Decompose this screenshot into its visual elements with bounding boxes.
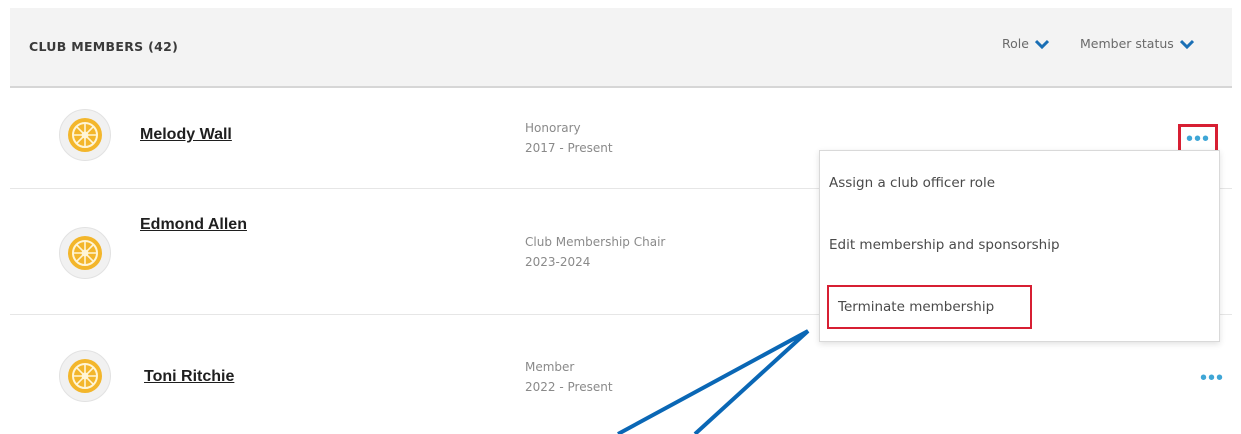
assign-officer-role-menu-item[interactable]: Assign a club officer role: [829, 175, 995, 191]
member-term: 2023-2024: [525, 255, 591, 269]
avatar: [59, 109, 111, 161]
more-actions-button[interactable]: •••: [1192, 363, 1232, 393]
member-term: 2017 - Present: [525, 141, 613, 155]
member-role: Member: [525, 360, 575, 374]
rotary-wheel-icon: [68, 118, 102, 152]
member-status-filter-dropdown[interactable]: Member status: [1080, 36, 1194, 51]
member-status-filter-label: Member status: [1080, 36, 1174, 51]
role-filter-dropdown[interactable]: Role: [1002, 36, 1049, 51]
edit-membership-menu-item[interactable]: Edit membership and sponsorship: [829, 237, 1060, 253]
member-term: 2022 - Present: [525, 380, 613, 394]
member-role-text: Honorary 2017 - Present: [525, 118, 613, 158]
member-role: Club Membership Chair: [525, 235, 666, 249]
role-filter-label: Role: [1002, 36, 1029, 51]
member-role: Honorary: [525, 121, 581, 135]
club-members-title: CLUB MEMBERS (42): [29, 39, 179, 54]
ellipsis-icon: •••: [1185, 127, 1210, 150]
member-actions-menu: Assign a club officer role Edit membersh…: [819, 150, 1220, 342]
avatar: [59, 350, 111, 402]
members-header: CLUB MEMBERS (42) Role Member status: [10, 8, 1232, 88]
ellipsis-icon: •••: [1199, 366, 1224, 389]
member-name-link[interactable]: Toni Ritchie: [144, 368, 234, 386]
chevron-down-icon: [1034, 39, 1049, 49]
chevron-down-icon: [1179, 39, 1194, 49]
rotary-wheel-icon: [68, 359, 102, 393]
member-name-link[interactable]: Edmond Allen: [140, 216, 247, 234]
member-role-text: Member 2022 - Present: [525, 357, 613, 397]
terminate-membership-menu-item[interactable]: Terminate membership: [827, 285, 1032, 329]
member-name-link[interactable]: Melody Wall: [140, 126, 232, 144]
member-role-text: Club Membership Chair 2023-2024: [525, 232, 665, 272]
avatar: [59, 227, 111, 279]
rotary-wheel-icon: [68, 236, 102, 270]
